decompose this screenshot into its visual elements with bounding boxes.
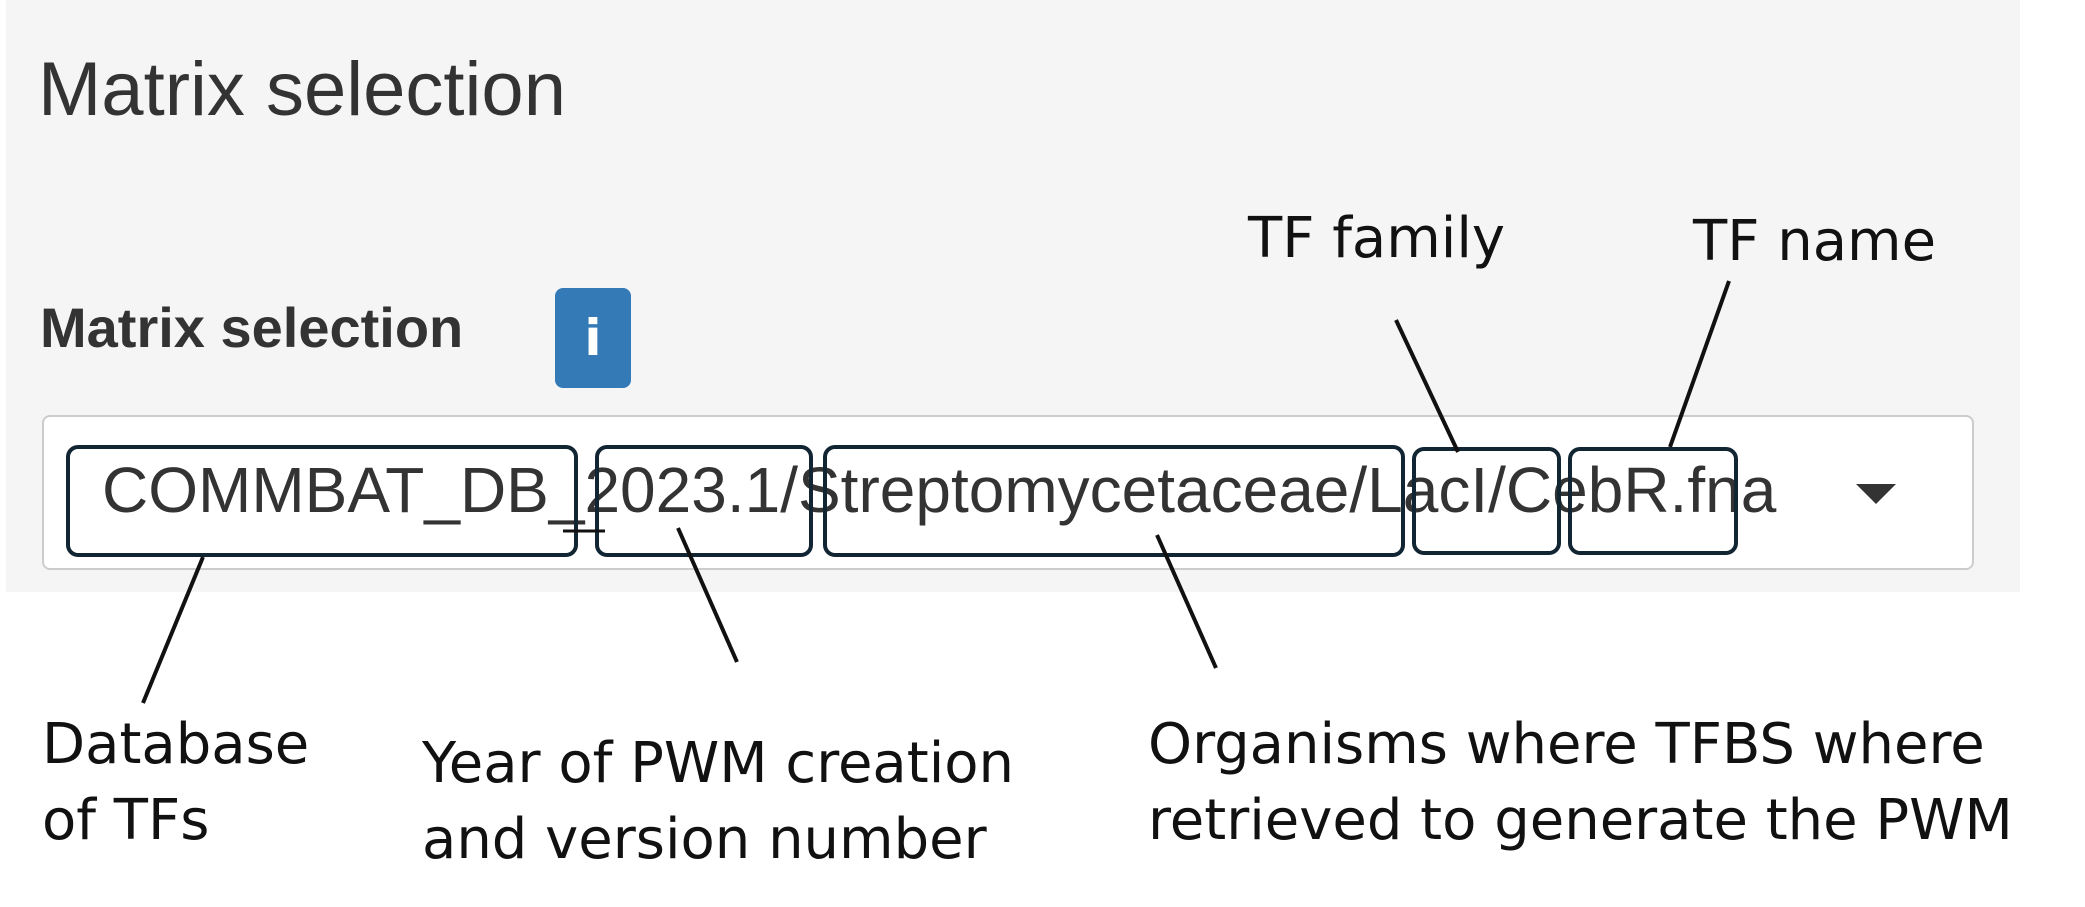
- annotation-database: Database of TFs: [42, 707, 309, 859]
- leader-line-year: [676, 527, 739, 663]
- annotation-year-version: Year of PWM creation and version number: [422, 726, 1014, 878]
- leader-line-tf-family: [1394, 319, 1460, 453]
- leader-line-organisms: [1155, 534, 1218, 669]
- annotation-organisms-line-2: retrieved to generate the PWM: [1148, 788, 2013, 853]
- annotation-tf-name: TF name: [1693, 204, 1936, 280]
- annotation-organisms: Organisms where TFBS where retrieved to …: [1148, 707, 2013, 859]
- leader-line-tf-name: [1668, 280, 1731, 448]
- annotation-tf-name-text: TF name: [1693, 209, 1937, 274]
- leader-line-database: [141, 556, 205, 704]
- annotation-organisms-line-1: Organisms where TFBS where: [1148, 712, 1985, 777]
- annotation-database-line-2: of TFs: [42, 788, 210, 853]
- annotation-year-line-1: Year of PWM creation: [422, 731, 1015, 796]
- annotation-tf-family-text: TF family: [1248, 206, 1506, 271]
- annotation-tf-family: TF family: [1248, 201, 1505, 277]
- annotation-year-line-2: and version number: [422, 807, 987, 872]
- annotation-database-line-1: Database: [42, 712, 310, 777]
